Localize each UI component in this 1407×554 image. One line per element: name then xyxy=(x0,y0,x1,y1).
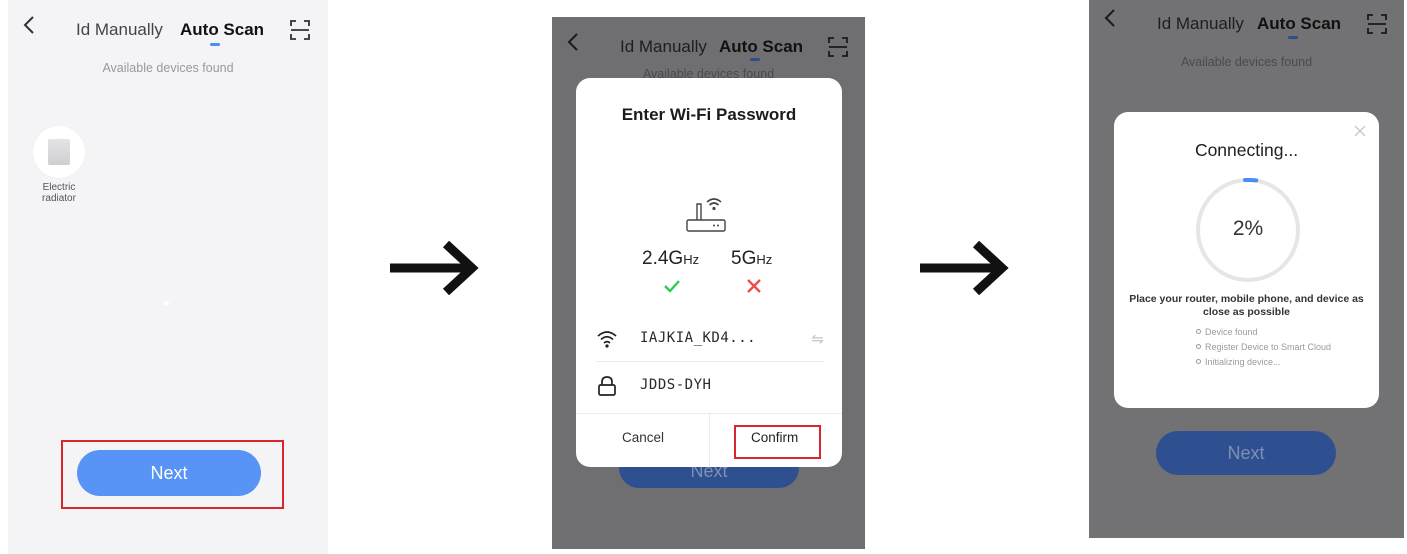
proximity-hint: Place your router, mobile phone, and dev… xyxy=(1129,293,1364,318)
wifi-password-row[interactable]: JDDS-DYH xyxy=(596,364,824,408)
band-5ghz-label: 5GHz xyxy=(731,248,772,270)
tab-auto-scan[interactable]: Auto Scan xyxy=(1257,13,1341,35)
device-name-line2: radiator xyxy=(42,193,76,204)
band-unit: Hz xyxy=(756,252,773,267)
tab-id-manually[interactable]: Id Manually xyxy=(76,19,163,41)
available-devices-text: Available devices found xyxy=(102,61,234,75)
tab-id-manually[interactable]: Id Manually xyxy=(620,36,707,58)
step-bullet-icon xyxy=(1196,329,1201,334)
device-tile[interactable]: Electric radiator xyxy=(32,126,86,210)
step-bullet-icon xyxy=(1196,359,1201,364)
step-bullet-icon xyxy=(1196,344,1201,349)
step-label: Device found xyxy=(1205,327,1258,337)
wifi-password-dialog: Enter Wi-Fi Password 2.4GHz 5GHz IAJKIA_… xyxy=(576,78,842,467)
band-g-prefix: G xyxy=(668,248,684,269)
screen-wifi-password: Id Manually Auto Scan Available devices … xyxy=(552,17,865,549)
tab-auto-scan[interactable]: Auto Scan xyxy=(180,19,264,41)
wifi-ssid-row[interactable]: IAJKIA_KD4... ⇋ xyxy=(596,317,824,361)
loading-dot xyxy=(164,301,169,306)
device-name-line1: Electric xyxy=(42,182,76,193)
lock-icon xyxy=(598,376,616,396)
band-g-prefix: G xyxy=(741,248,757,269)
top-nav-bar: Id Manually Auto Scan xyxy=(552,17,865,67)
step-list: Device found Register Device to Smart Cl… xyxy=(1196,327,1356,372)
top-nav-bar: Id Manually Auto Scan xyxy=(1089,0,1404,50)
divider xyxy=(596,361,824,362)
dialog-title: Enter Wi-Fi Password xyxy=(621,105,797,124)
tab-active-indicator xyxy=(210,43,220,46)
tab-auto-scan[interactable]: Auto Scan xyxy=(719,36,803,58)
highlight-box-next xyxy=(61,440,284,509)
check-green-icon xyxy=(664,280,680,293)
chevron-left-icon[interactable] xyxy=(1097,3,1125,33)
router-wifi-icon xyxy=(686,198,726,232)
radiator-icon xyxy=(48,139,70,165)
connecting-card: Connecting... 2% Place your router, mobi… xyxy=(1114,112,1379,408)
wifi-ssid-value: IAJKIA_KD4... xyxy=(640,330,757,346)
device-icon-circle xyxy=(33,126,85,178)
wifi-icon xyxy=(597,331,617,348)
wifi-password-field[interactable]: JDDS-DYH xyxy=(640,377,711,393)
tab-active-indicator xyxy=(1288,36,1298,39)
band-2-4ghz-label: 2.4GHz xyxy=(642,248,699,270)
cross-red-icon xyxy=(747,279,761,293)
scan-frame-icon[interactable] xyxy=(826,35,850,59)
divider xyxy=(709,413,710,467)
scan-frame-icon[interactable] xyxy=(1365,12,1389,36)
step-item: Register Device to Smart Cloud xyxy=(1196,342,1356,353)
tab-id-manually[interactable]: Id Manually xyxy=(1157,13,1244,35)
step-item: Initializing device... xyxy=(1196,357,1356,368)
arrow-right-icon xyxy=(390,240,479,296)
switch-network-icon[interactable]: ⇋ xyxy=(811,330,824,348)
chevron-left-icon[interactable] xyxy=(16,10,44,40)
arrow-right-icon xyxy=(920,240,1009,296)
chevron-left-icon[interactable] xyxy=(560,27,588,57)
available-devices-text: Available devices found xyxy=(1180,55,1313,69)
band-unit: Hz xyxy=(683,252,700,267)
scan-frame-icon[interactable] xyxy=(288,18,312,42)
step-label: Initializing device... xyxy=(1205,357,1281,367)
cancel-button[interactable]: Cancel xyxy=(622,430,664,445)
top-nav-bar: Id Manually Auto Scan xyxy=(8,0,328,50)
close-icon[interactable] xyxy=(1353,124,1367,138)
screen-connecting: Id Manually Auto Scan Available devices … xyxy=(1089,0,1404,538)
next-button: Next xyxy=(1156,431,1336,475)
band-2-4-value: 2.4 xyxy=(642,248,669,269)
step-item: Device found xyxy=(1196,327,1356,338)
highlight-box-confirm xyxy=(734,425,821,459)
band-5-value: 5 xyxy=(731,248,742,269)
step-label: Register Device to Smart Cloud xyxy=(1205,342,1332,352)
connecting-title: Connecting... xyxy=(1194,140,1299,160)
tab-active-indicator xyxy=(750,58,760,61)
progress-percent: 2% xyxy=(1232,217,1264,240)
